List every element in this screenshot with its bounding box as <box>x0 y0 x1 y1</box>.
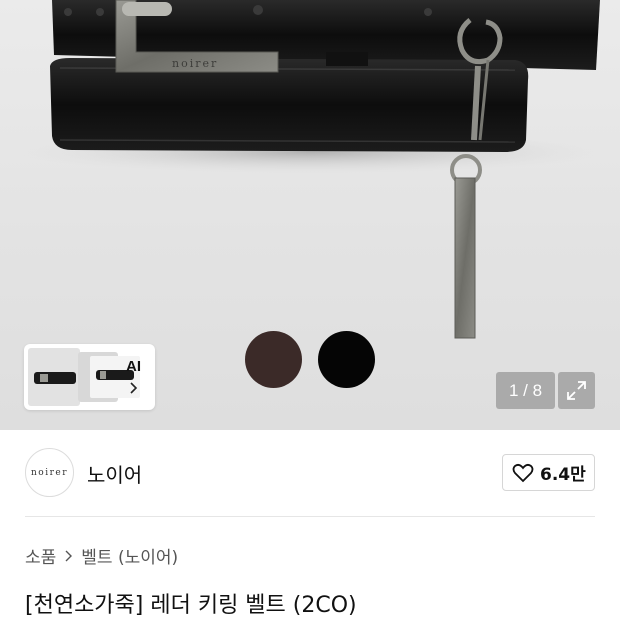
ai-label: AI <box>126 358 141 375</box>
color-swatch-brown[interactable] <box>245 331 302 388</box>
chevron-right-icon <box>130 382 138 394</box>
product-image-gallery[interactable]: noirer AI 1 / 8 <box>0 0 620 430</box>
breadcrumb-subcategory[interactable]: 벨트 (노이어) <box>81 543 178 568</box>
heart-icon <box>512 463 534 482</box>
like-count: 6.4만 <box>540 465 586 485</box>
brand-logo[interactable]: noirer <box>25 448 74 497</box>
image-counter: 1 / 8 <box>496 372 555 409</box>
brand-row: noirer 노이어 6.4만 <box>0 430 620 516</box>
breadcrumb-category[interactable]: 소품 <box>25 543 56 568</box>
divider <box>25 516 595 517</box>
chevron-right-icon <box>65 550 73 561</box>
color-swatch-black[interactable] <box>318 331 375 388</box>
product-title: [천연소가죽] 레더 키링 벨트 (2CO) <box>25 593 357 618</box>
like-button[interactable]: 6.4만 <box>502 454 595 491</box>
ai-thumbnail <box>28 348 80 406</box>
brand-logo-text: noirer <box>30 467 69 478</box>
buckle-engraving: noirer <box>172 57 218 70</box>
expand-button[interactable] <box>558 372 595 409</box>
expand-icon <box>567 381 586 400</box>
brand-name[interactable]: 노이어 <box>87 459 142 488</box>
breadcrumb: 소품 벨트 (노이어) <box>25 543 178 568</box>
ai-similar-items-card[interactable]: AI <box>24 344 155 410</box>
